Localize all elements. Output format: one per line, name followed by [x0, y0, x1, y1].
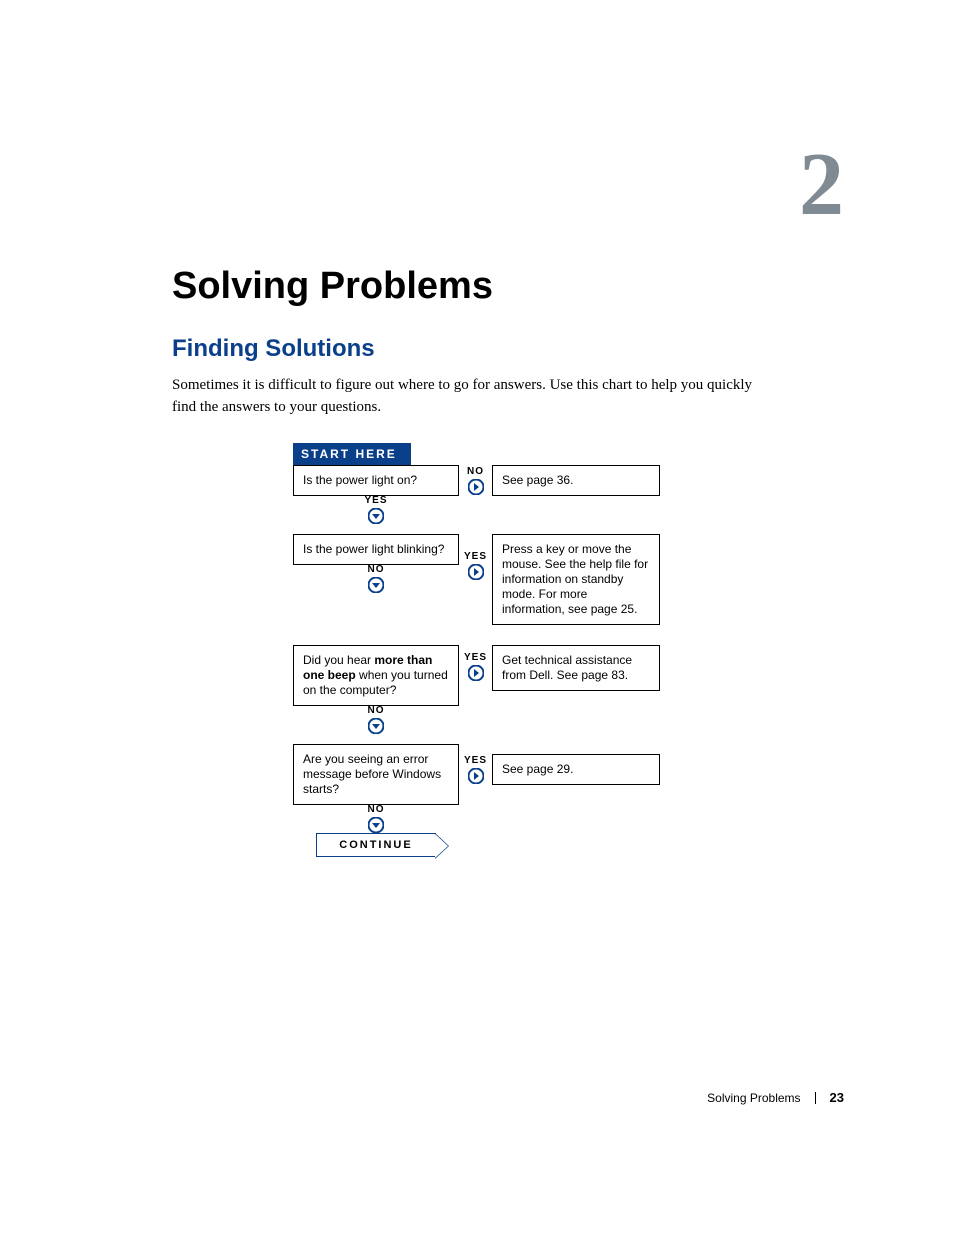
arrow-right-icon [468, 564, 484, 580]
flow-branch-down: YES [293, 496, 459, 524]
continue-wrap: CONTINUE [293, 833, 459, 857]
arrow-right-icon [468, 479, 484, 495]
flow-branch-side: NO [459, 467, 492, 495]
flow-answer: See page 36. [492, 465, 660, 496]
flow-step: Is the power light blinking? NO YES Pres… [293, 534, 693, 625]
arrow-down-icon [368, 508, 384, 524]
flow-question: Are you seeing an error message before W… [293, 744, 459, 805]
arrow-right-icon [468, 665, 484, 681]
flow-branch-down: NO [293, 706, 459, 734]
footer-section: Solving Problems [707, 1091, 800, 1105]
flow-question: Is the power light blinking? [293, 534, 459, 565]
flow-answer: See page 29. [492, 754, 660, 785]
footer-page-number: 23 [830, 1090, 844, 1105]
flow-step: Is the power light on? NO See page 36. [293, 465, 693, 496]
branch-label: NO [368, 805, 385, 815]
flow-branch-down: NO [293, 805, 459, 833]
branch-label: YES [464, 653, 487, 663]
intro-paragraph: Sometimes it is difficult to figure out … [172, 375, 777, 419]
chapter-number: 2 [799, 140, 844, 230]
flow-step: Are you seeing an error message before W… [293, 744, 693, 805]
flowchart: START HERE Is the power light on? NO See… [293, 443, 693, 857]
arrow-down-icon [368, 577, 384, 593]
flow-branch-side: YES [459, 653, 492, 681]
flow-question: Is the power light on? [293, 465, 459, 496]
continue-arrow-icon [435, 833, 449, 859]
footer-separator [815, 1092, 816, 1104]
flow-step: Did you hear more than one beep when you… [293, 645, 693, 706]
page-title: Solving Problems [172, 265, 493, 308]
branch-label: YES [364, 496, 387, 506]
flow-answer: Get technical assistance from Dell. See … [492, 645, 660, 691]
arrow-down-icon [368, 718, 384, 734]
flow-branch-side: YES [459, 552, 492, 580]
continue-box: CONTINUE [316, 833, 436, 857]
branch-label: NO [368, 706, 385, 716]
branch-label: NO [467, 467, 484, 477]
arrow-down-icon [368, 817, 384, 833]
branch-label: YES [464, 552, 487, 562]
start-here-label: START HERE [293, 443, 411, 465]
arrow-right-icon [468, 768, 484, 784]
flow-branch-side: YES [459, 756, 492, 784]
flow-branch-down: NO [293, 565, 459, 593]
branch-label: NO [368, 565, 385, 575]
section-heading: Finding Solutions [172, 335, 375, 363]
page-footer: Solving Problems 23 [707, 1090, 844, 1105]
branch-label: YES [464, 756, 487, 766]
flow-question: Did you hear more than one beep when you… [293, 645, 459, 706]
flow-answer: Press a key or move the mouse. See the h… [492, 534, 660, 625]
document-page: 2 Solving Problems Finding Solutions Som… [0, 0, 954, 1235]
continue-label: CONTINUE [339, 839, 412, 851]
